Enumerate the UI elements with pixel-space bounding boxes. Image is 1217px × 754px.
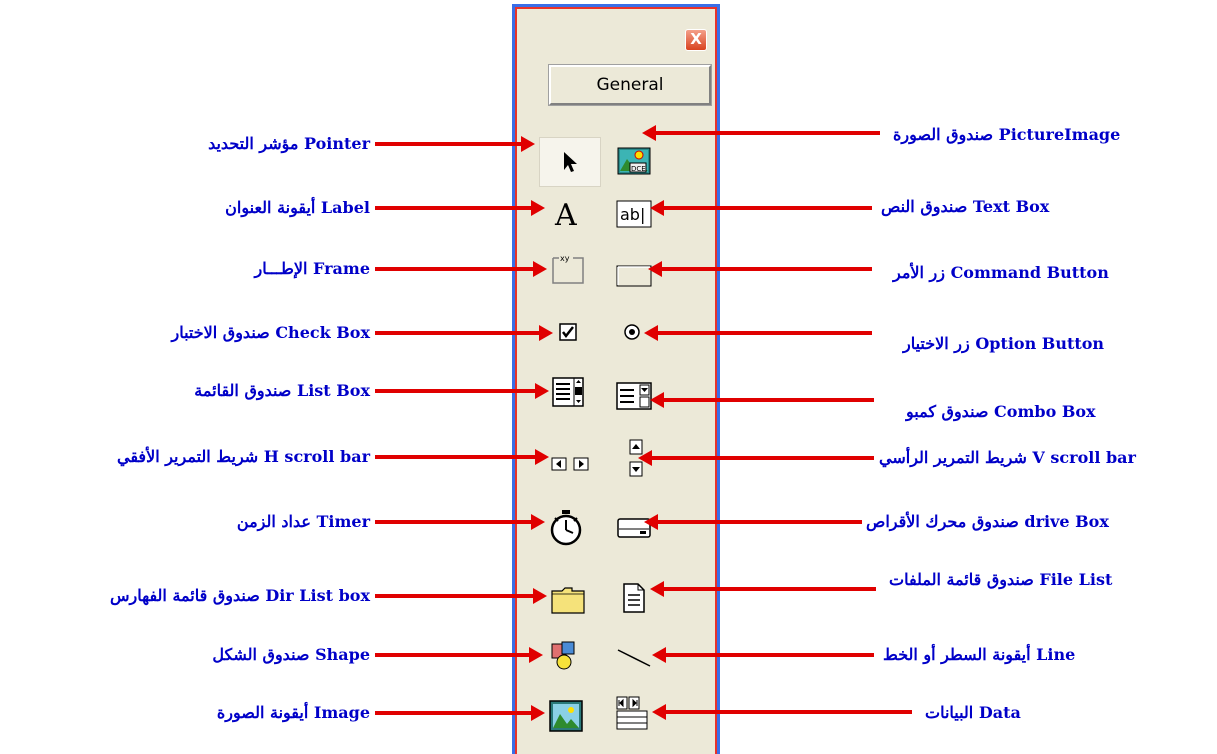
combobox-tool[interactable] xyxy=(613,375,655,417)
drivelistbox-arrow xyxy=(644,514,862,530)
label-arrow xyxy=(375,200,545,216)
data-label: البيانات Data xyxy=(925,703,1021,722)
label-control-label: أيقونة العنوان Label xyxy=(225,198,370,217)
hscrollbar-icon xyxy=(550,456,590,472)
toolbox-panel: X General DCE A ab| xy xyxy=(512,4,720,754)
line-label: أيقونة السطر أو الخط Line xyxy=(883,645,1076,664)
svg-text:A: A xyxy=(554,199,577,229)
shape-label: صندوق الشكل Shape xyxy=(212,645,370,664)
listbox-tool[interactable] xyxy=(547,371,589,413)
textbox-label: صندوق النص Text Box xyxy=(881,197,1050,216)
svg-text:ab|: ab| xyxy=(620,205,645,224)
dirlistbox-tool[interactable] xyxy=(547,579,589,621)
data-arrow xyxy=(652,704,912,720)
pointer-tool[interactable] xyxy=(539,137,601,187)
picturebox-label: صندوق الصورة PictureImage xyxy=(893,125,1121,144)
folder-icon xyxy=(550,585,586,615)
listbox-icon xyxy=(552,377,584,407)
timer-tool[interactable] xyxy=(545,507,587,549)
pointer-arrow-icon xyxy=(560,150,580,174)
drivelistbox-label: صندوق محرك الأقراص drive Box xyxy=(866,512,1109,531)
filelistbox-label: صندوق قائمة الملفات File List xyxy=(889,570,1113,589)
svg-text:DCE: DCE xyxy=(631,165,646,173)
commandbutton-icon xyxy=(616,264,652,288)
checkbox-label: صندوق الاختبار Check Box xyxy=(171,323,371,342)
optionbutton-label: زر الاختيار Option Button xyxy=(903,334,1105,353)
data-control-icon xyxy=(613,695,651,733)
picturebox-tool[interactable]: DCE xyxy=(613,140,655,182)
hscrollbar-arrow xyxy=(375,449,549,465)
frame-arrow xyxy=(375,261,547,277)
hscrollbar-label: شريط التمرير الأفقي H scroll bar xyxy=(117,447,370,466)
checkbox-arrow xyxy=(375,325,553,341)
radio-button-icon xyxy=(622,322,642,342)
frame-tool[interactable]: xy xyxy=(547,247,589,289)
timer-arrow xyxy=(375,514,545,530)
picturebox-icon: DCE xyxy=(617,147,651,175)
file-document-icon xyxy=(620,582,648,614)
pointer-arrow xyxy=(375,136,535,152)
timer-label: عداد الزمن Timer xyxy=(236,512,370,531)
shape-arrow xyxy=(375,647,543,663)
commandbutton-arrow xyxy=(648,261,872,277)
close-icon[interactable]: X xyxy=(685,29,707,51)
line-icon xyxy=(616,646,652,670)
image-landscape-icon xyxy=(549,700,583,732)
stopwatch-icon xyxy=(549,509,583,547)
data-tool[interactable] xyxy=(611,693,653,735)
line-tool[interactable] xyxy=(613,637,655,679)
vscrollbar-label: شريط التمرير الرأسي V scroll bar xyxy=(879,448,1136,467)
pointer-label: مؤشر التحديد Pointer xyxy=(208,134,370,153)
combobox-arrow xyxy=(650,392,874,408)
filelistbox-arrow xyxy=(650,581,876,597)
line-arrow xyxy=(652,647,874,663)
image-label: أيقونة الصورة Image xyxy=(216,703,370,722)
hscrollbar-tool[interactable] xyxy=(549,443,591,485)
shape-tool[interactable] xyxy=(545,635,587,677)
commandbutton-label: زر الأمر Command Button xyxy=(893,263,1109,282)
svg-text:xy: xy xyxy=(560,254,570,263)
image-arrow xyxy=(375,705,545,721)
image-tool[interactable] xyxy=(545,695,587,737)
filelistbox-tool[interactable] xyxy=(613,577,655,619)
frame-label: الإطـــار Frame xyxy=(254,259,370,278)
frame-icon: xy xyxy=(551,252,585,284)
picturebox-arrow xyxy=(642,125,880,141)
dirlistbox-arrow xyxy=(375,588,547,604)
dirlistbox-label: صندوق قائمة الفهارس Dir List box xyxy=(109,586,370,605)
checkbox-icon xyxy=(558,322,578,342)
label-tool[interactable]: A xyxy=(547,193,589,235)
checkbox-tool[interactable] xyxy=(547,311,589,353)
optionbutton-arrow xyxy=(644,325,872,341)
combobox-label: صندوق كمبو Combo Box xyxy=(906,402,1096,421)
textbox-arrow xyxy=(650,200,872,216)
textbox-tool[interactable]: ab| xyxy=(613,193,655,235)
vscrollbar-arrow xyxy=(638,450,874,466)
textbox-ab-icon: ab| xyxy=(616,200,652,228)
shapes-icon xyxy=(550,640,582,672)
general-tab-button[interactable]: General xyxy=(548,64,712,106)
label-a-icon: A xyxy=(553,199,583,229)
listbox-arrow xyxy=(375,383,549,399)
combobox-icon xyxy=(616,382,652,410)
listbox-label: صندوق القائمة List Box xyxy=(194,381,370,400)
